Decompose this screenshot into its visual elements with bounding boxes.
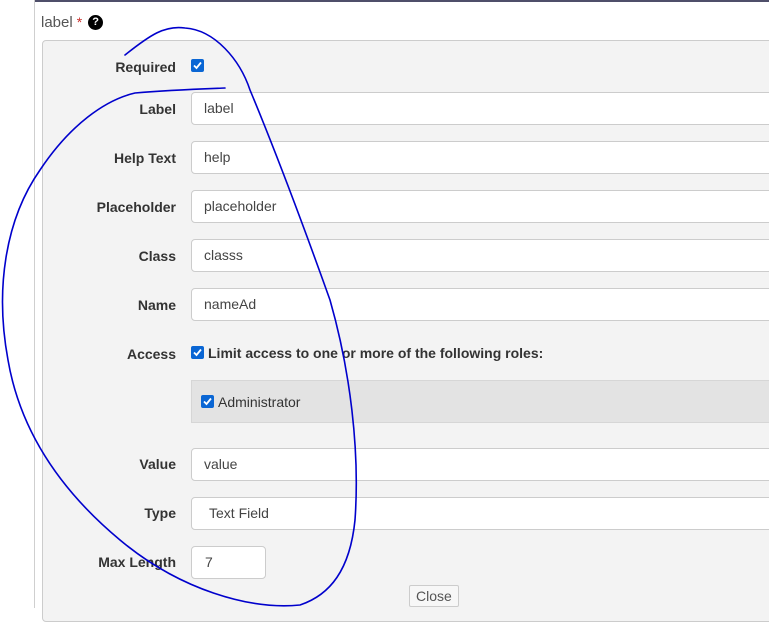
access-label: Access: [126, 346, 176, 362]
value-label: Value: [139, 456, 176, 472]
label-input[interactable]: label: [191, 92, 769, 125]
name-input[interactable]: nameAd: [191, 288, 769, 321]
help-icon[interactable]: ?: [88, 14, 104, 30]
placeholder-input[interactable]: placeholder: [191, 190, 769, 223]
close-button[interactable]: Close: [409, 585, 459, 607]
max-length-label: Max Length: [98, 554, 176, 570]
field-header: label * ?: [41, 11, 104, 33]
field-title: label: [41, 13, 73, 31]
check-icon: [193, 61, 202, 70]
help-text-label: Help Text: [114, 150, 176, 166]
required-marker: *: [76, 14, 83, 30]
role-administrator-label: Administrator: [218, 394, 301, 410]
panel-left-border: [34, 0, 35, 608]
name-label: Name: [137, 297, 176, 313]
class-input[interactable]: classs: [191, 239, 769, 272]
access-checkbox[interactable]: [191, 346, 204, 359]
class-label: Class: [138, 248, 176, 264]
type-label: Type: [144, 505, 176, 521]
check-icon: [193, 348, 202, 357]
required-label: Required: [115, 59, 176, 75]
help-text-input[interactable]: help: [191, 141, 769, 174]
value-input[interactable]: value: [191, 448, 769, 481]
max-length-input[interactable]: 7: [191, 546, 266, 579]
type-select[interactable]: Text Field: [191, 497, 769, 530]
access-description: Limit access to one or more of the follo…: [208, 345, 544, 361]
panel-top-border: [34, 0, 769, 2]
required-checkbox[interactable]: [191, 59, 204, 72]
label-field-label: Label: [139, 101, 176, 117]
field-edit-panel: [42, 40, 769, 622]
placeholder-label: Placeholder: [96, 199, 176, 215]
check-icon: [203, 397, 212, 406]
role-administrator-checkbox[interactable]: [201, 395, 214, 408]
